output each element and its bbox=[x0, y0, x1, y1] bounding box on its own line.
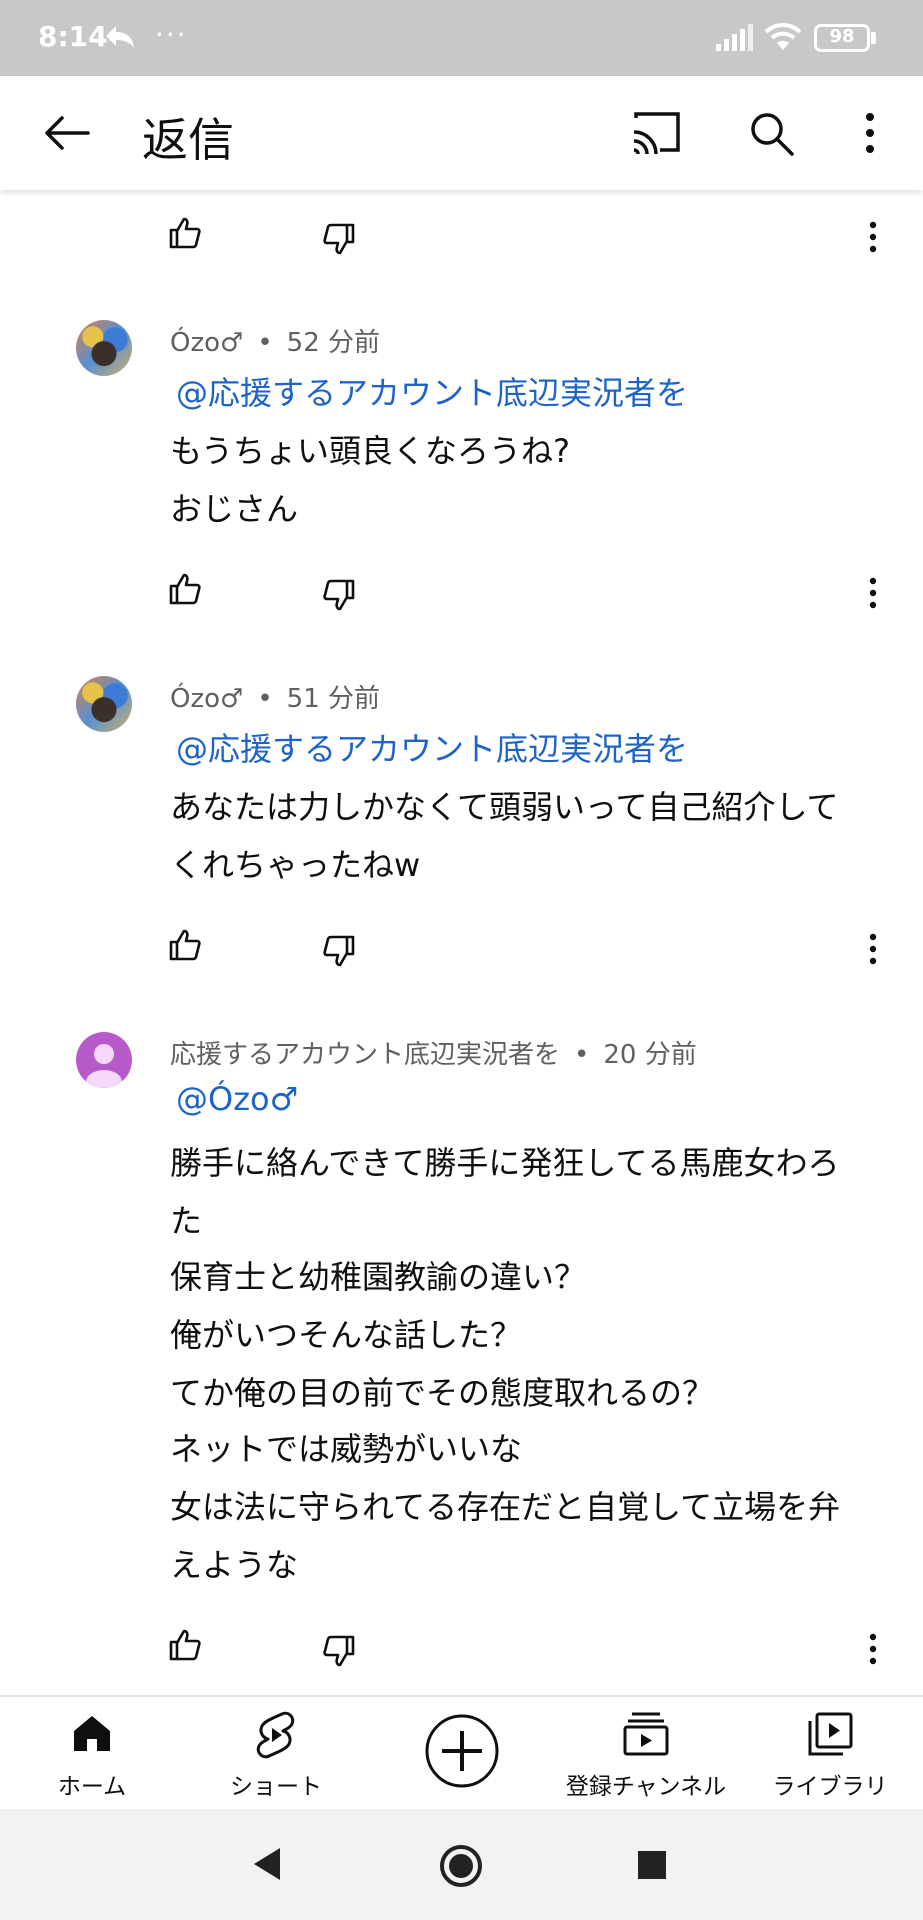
comment-text-line: た bbox=[170, 1202, 203, 1240]
nav-home[interactable]: ホーム bbox=[0, 1697, 184, 1811]
system-back-icon[interactable] bbox=[250, 1845, 284, 1883]
nav-home-label: ホーム bbox=[57, 1774, 127, 1800]
shorts-icon bbox=[256, 1711, 295, 1759]
comment-text-line: もうちょい頭良くなろうね? bbox=[170, 432, 571, 470]
comment-author[interactable]: Ózo♂ bbox=[170, 328, 243, 358]
like-icon[interactable] bbox=[168, 1628, 202, 1662]
reply-arrow-icon bbox=[106, 26, 134, 48]
comment-text-line: 俺がいつそんな話した？ bbox=[170, 1316, 523, 1354]
comment-mention-link[interactable]: @応援するアカウント底辺実況者を bbox=[176, 724, 688, 770]
library-icon bbox=[808, 1712, 853, 1756]
bottom-navigation: ホーム ショート 登録チャンネル ライブラリ bbox=[0, 1695, 923, 1809]
meta-separator: • bbox=[574, 1040, 590, 1070]
comment-time: 52 分前 bbox=[286, 328, 381, 358]
comment-meta: Ózo♂ • 52 分前 bbox=[170, 322, 380, 359]
comment-time: 51 分前 bbox=[286, 684, 381, 714]
like-icon[interactable] bbox=[168, 216, 202, 250]
like-icon[interactable] bbox=[168, 572, 202, 606]
back-arrow-icon[interactable] bbox=[40, 106, 94, 160]
dislike-icon[interactable] bbox=[322, 578, 356, 612]
status-bar: 8:14 ··· 98 bbox=[0, 0, 923, 76]
system-nav-bar bbox=[0, 1809, 923, 1920]
create-plus-icon[interactable] bbox=[424, 1713, 500, 1789]
system-home-icon[interactable] bbox=[438, 1843, 484, 1889]
signal-icon bbox=[716, 24, 753, 51]
search-icon[interactable] bbox=[748, 110, 796, 158]
wifi-icon bbox=[764, 22, 802, 50]
dislike-icon[interactable] bbox=[322, 222, 356, 256]
page-title: 返信 bbox=[142, 113, 234, 167]
app-bar: 返信 bbox=[0, 76, 923, 190]
more-dots-icon: ··· bbox=[155, 18, 188, 51]
comment-text-line: 女は法に守られてる存在だと自覚して立場を弁 bbox=[170, 1488, 841, 1526]
avatar[interactable] bbox=[76, 320, 132, 376]
comment-text-line: くれちゃったねw bbox=[170, 846, 421, 884]
dislike-icon[interactable] bbox=[322, 1634, 356, 1668]
system-recents-icon[interactable] bbox=[638, 1851, 666, 1879]
home-icon bbox=[74, 1716, 110, 1751]
comment-text-line: 勝手に絡んできて勝手に発狂してる馬鹿女わろ bbox=[170, 1144, 840, 1182]
comment-mention-link[interactable]: @応援するアカウント底辺実況者を bbox=[176, 368, 688, 414]
comment-time: 20 分前 bbox=[603, 1040, 697, 1070]
comment-actions bbox=[0, 1618, 923, 1678]
reply-list: Ózo♂ • 52 分前 @応援するアカウント底辺実況者を もうちょい頭良くなろうね… bbox=[0, 190, 923, 1695]
comment-actions bbox=[0, 562, 923, 622]
comment-text-line: てか俺の目の前でその態度取れるの？ bbox=[170, 1374, 715, 1412]
comment-actions bbox=[0, 918, 923, 978]
comment-menu-icon[interactable] bbox=[866, 932, 880, 966]
avatar[interactable] bbox=[76, 676, 132, 732]
comment-menu-icon[interactable] bbox=[866, 1632, 880, 1666]
subscriptions-icon bbox=[623, 1712, 669, 1756]
comment-mention-link[interactable]: @Ózo♂ bbox=[176, 1080, 298, 1118]
comment-text-line: えような bbox=[170, 1546, 299, 1584]
comment-author[interactable]: Ózo♂ bbox=[170, 684, 243, 714]
like-icon[interactable] bbox=[168, 928, 202, 962]
battery-cap bbox=[871, 32, 876, 44]
nav-library[interactable]: ライブラリ bbox=[738, 1697, 922, 1811]
comment-menu-icon[interactable] bbox=[866, 220, 880, 254]
more-vert-icon[interactable] bbox=[858, 110, 882, 156]
comment-actions bbox=[0, 206, 923, 266]
status-time: 8:14 bbox=[38, 20, 108, 53]
nav-shorts[interactable]: ショート bbox=[184, 1697, 368, 1811]
nav-subscriptions[interactable]: 登録チャンネル bbox=[554, 1697, 738, 1811]
avatar[interactable] bbox=[76, 1032, 132, 1088]
default-avatar-icon bbox=[86, 1044, 122, 1088]
comment-text-line: あなたは力しかなくて頭弱いって自己紹介して bbox=[170, 788, 839, 826]
comment-menu-icon[interactable] bbox=[866, 576, 880, 610]
dislike-icon[interactable] bbox=[322, 934, 356, 968]
comment-author[interactable]: 応援するアカウント底辺実況者を bbox=[170, 1040, 560, 1070]
nav-shorts-label: ショート bbox=[230, 1774, 322, 1800]
meta-separator: • bbox=[257, 684, 273, 714]
battery-level: 98 bbox=[829, 26, 855, 47]
comment-text-line: ネットでは威勢がいいな bbox=[170, 1430, 523, 1468]
comment-meta: 応援するアカウント底辺実況者を • 20 分前 bbox=[170, 1034, 697, 1071]
comment-meta: Ózo♂ • 51 分前 bbox=[170, 678, 380, 715]
nav-subscriptions-label: 登録チャンネル bbox=[565, 1774, 727, 1800]
cast-icon[interactable] bbox=[630, 110, 682, 156]
nav-library-label: ライブラリ bbox=[772, 1774, 888, 1800]
meta-separator: • bbox=[257, 328, 273, 358]
comment-text-line: おじさん bbox=[170, 490, 299, 528]
comment-text-line: 保育士と幼稚園教諭の違い？ bbox=[170, 1258, 587, 1296]
